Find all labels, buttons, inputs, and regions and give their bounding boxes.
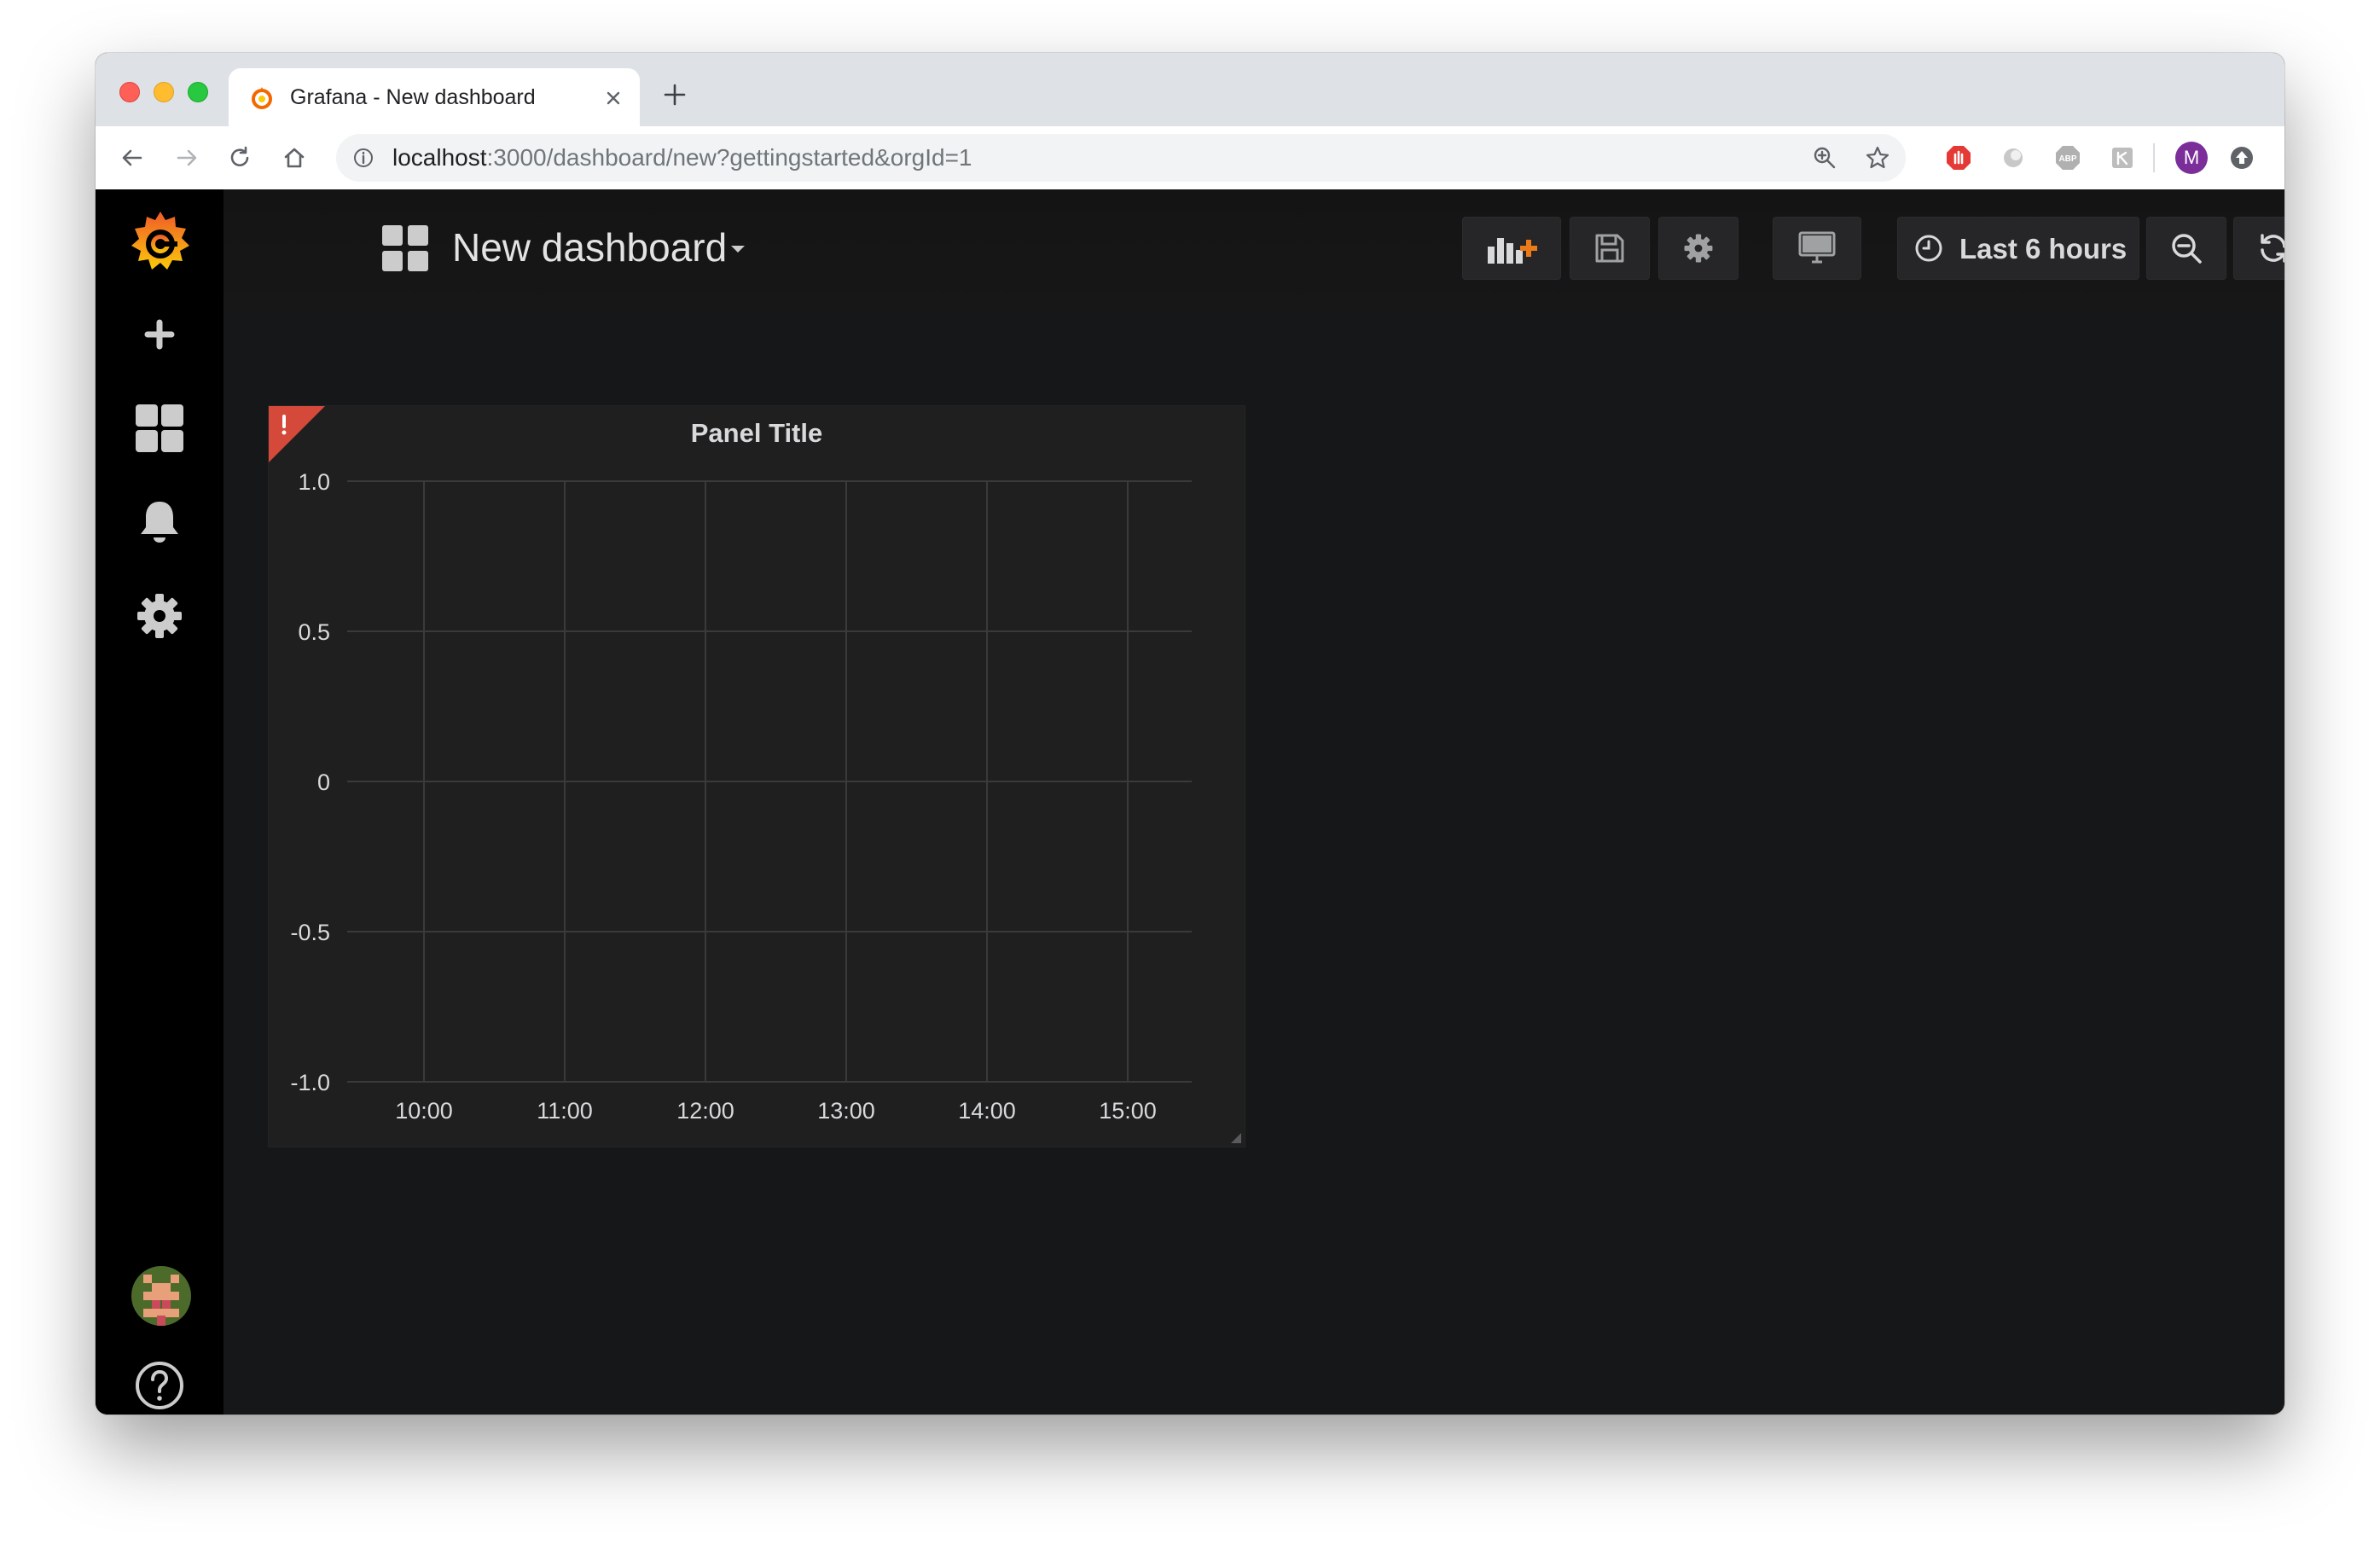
monitor-icon [1798, 231, 1836, 264]
grafana-app: New dashboard Last 6 hours 1.0 0.5 0 -0.… [96, 189, 2284, 1414]
y-tick-label: -1.0 [290, 1070, 330, 1095]
bell-icon[interactable] [134, 497, 185, 548]
profile-avatar[interactable]: M [2175, 142, 2208, 174]
avatar[interactable] [131, 1266, 191, 1326]
zoom-icon[interactable] [1812, 145, 1837, 171]
panel-resize-handle[interactable] [1231, 1133, 1241, 1143]
svg-text:ABP: ABP [2058, 154, 2076, 164]
address-bar[interactable]: localhost:3000/dashboard/new?gettingstar… [336, 134, 1906, 182]
help-icon[interactable] [134, 1360, 185, 1411]
refresh-icon [2261, 234, 2284, 263]
browser-tab[interactable]: Grafana - New dashboard [229, 68, 640, 126]
dashboard-navbar: New dashboard Last 6 hours [223, 189, 2284, 309]
add-panel-icon [1488, 238, 1537, 264]
y-tick-label: -0.5 [290, 920, 330, 945]
reload-icon[interactable] [227, 145, 253, 171]
y-tick-label: 0 [317, 770, 330, 795]
time-range-label: Last 6 hours [1959, 233, 2127, 264]
forward-icon[interactable] [174, 145, 200, 171]
add-panel-button[interactable] [1462, 217, 1561, 280]
zoom-out-icon [2172, 234, 2202, 264]
home-icon[interactable] [282, 145, 307, 171]
gear-icon[interactable] [134, 590, 185, 642]
tab-title: Grafana - New dashboard [290, 85, 536, 109]
zoom-out-button[interactable] [2146, 217, 2226, 280]
grafana-logo-icon[interactable] [126, 208, 194, 276]
extension-square-icon[interactable] [2109, 144, 2136, 171]
extension-circle-icon[interactable] [2000, 144, 2027, 171]
view-mode-button[interactable] [1773, 217, 1861, 280]
dashboards-icon[interactable] [134, 403, 185, 454]
x-tick-label: 12:00 [676, 1098, 734, 1124]
panel-title[interactable]: Panel Title [269, 416, 1245, 450]
plus-icon[interactable] [134, 309, 185, 360]
x-tick-label: 14:00 [958, 1098, 1016, 1124]
minimize-window-button[interactable] [154, 82, 174, 102]
toolbar-separator [2153, 143, 2155, 172]
new-tab-icon[interactable] [662, 82, 688, 107]
x-tick-label: 13:00 [817, 1098, 875, 1124]
refresh-button[interactable] [2233, 217, 2284, 280]
site-info-icon[interactable] [351, 146, 375, 170]
adblock-extension-icon[interactable] [1945, 144, 1972, 171]
grafana-favicon-icon [252, 87, 272, 109]
side-menu [96, 189, 223, 1414]
bookmark-star-icon[interactable] [1865, 145, 1890, 171]
graph-panel[interactable]: 1.0 0.5 0 -0.5 -1.0 10:00 11:00 12:00 13:00 14:00… [268, 405, 1245, 1147]
update-icon[interactable] [2228, 144, 2255, 171]
url-text: localhost:3000/dashboard/new?gettingstar… [392, 143, 972, 172]
url-path: :3000/dashboard/new?gettingstarted&orgId… [486, 144, 972, 171]
panel-graph: 1.0 0.5 0 -0.5 -1.0 10:00 11:00 12:00 13:00 14:00… [290, 469, 1192, 1124]
close-tab-icon[interactable] [602, 87, 624, 109]
save-dashboard-button[interactable] [1570, 217, 1650, 280]
gear-icon [1684, 234, 1713, 263]
y-tick-label: 0.5 [298, 619, 330, 645]
abp-extension-icon[interactable]: ABP [2054, 144, 2081, 171]
save-icon [1595, 234, 1624, 263]
maximize-window-button[interactable] [188, 82, 208, 102]
url-host: localhost [392, 144, 487, 171]
y-tick-label: 1.0 [298, 469, 330, 495]
dashboard-grid-icon [382, 225, 428, 271]
dashboard-title[interactable]: New dashboard [452, 224, 727, 271]
tab-strip: Grafana - New dashboard [96, 53, 2284, 126]
dashboard-settings-button[interactable] [1658, 217, 1739, 280]
x-tick-label: 10:00 [395, 1098, 453, 1124]
x-tick-label: 15:00 [1099, 1098, 1157, 1124]
chevron-down-icon[interactable] [730, 244, 746, 254]
clock-icon [1915, 235, 1942, 262]
x-tick-label: 11:00 [537, 1098, 593, 1124]
back-icon[interactable] [119, 145, 145, 171]
browser-toolbar: localhost:3000/dashboard/new?gettingstar… [96, 126, 2284, 190]
browser-window: Grafana - New dashboard localhost:3000/d… [96, 53, 2284, 1414]
close-window-button[interactable] [119, 82, 140, 102]
time-picker-button[interactable]: Last 6 hours [1897, 217, 2139, 280]
